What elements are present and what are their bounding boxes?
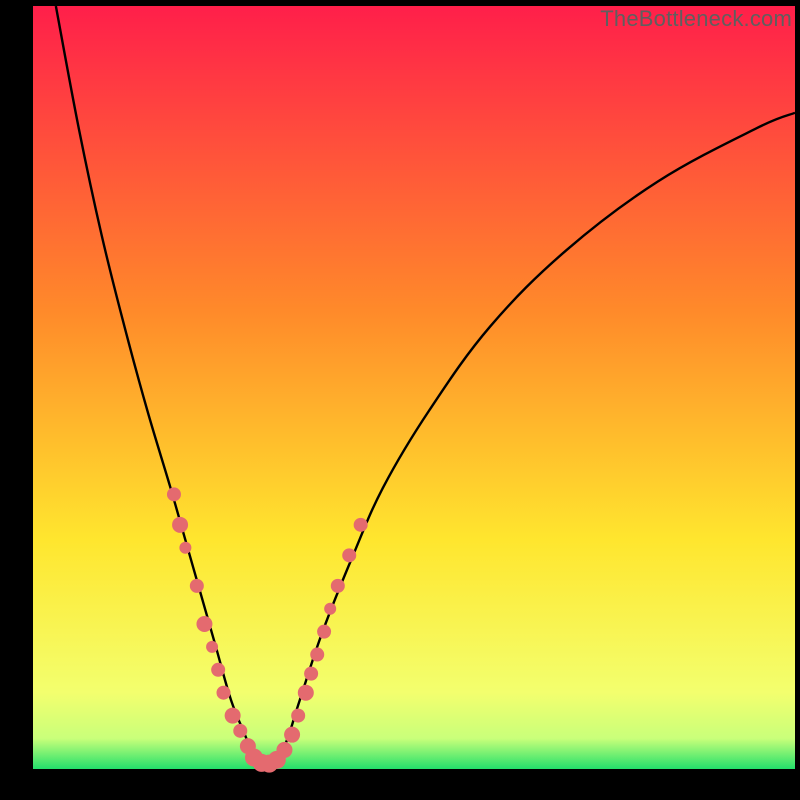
marker-dot xyxy=(291,709,305,723)
marker-dot xyxy=(190,579,204,593)
bottleneck-curve xyxy=(56,6,795,769)
marker-dot xyxy=(211,663,225,677)
marker-dot xyxy=(172,517,188,533)
marker-dot xyxy=(317,625,331,639)
marker-dot xyxy=(331,579,345,593)
marker-dot xyxy=(206,641,218,653)
marker-dot xyxy=(324,603,336,615)
marker-dots-group xyxy=(167,487,368,772)
watermark-text: TheBottleneck.com xyxy=(600,6,792,32)
marker-dot xyxy=(304,667,318,681)
marker-dot xyxy=(276,742,292,758)
marker-dot xyxy=(233,724,247,738)
marker-dot xyxy=(298,685,314,701)
marker-dot xyxy=(354,518,368,532)
marker-dot xyxy=(179,542,191,554)
chart-frame: TheBottleneck.com xyxy=(0,0,800,800)
chart-svg xyxy=(33,6,795,769)
marker-dot xyxy=(342,548,356,562)
marker-dot xyxy=(225,708,241,724)
marker-dot xyxy=(196,616,212,632)
marker-dot xyxy=(167,487,181,501)
marker-dot xyxy=(217,686,231,700)
marker-dot xyxy=(310,648,324,662)
marker-dot xyxy=(284,727,300,743)
